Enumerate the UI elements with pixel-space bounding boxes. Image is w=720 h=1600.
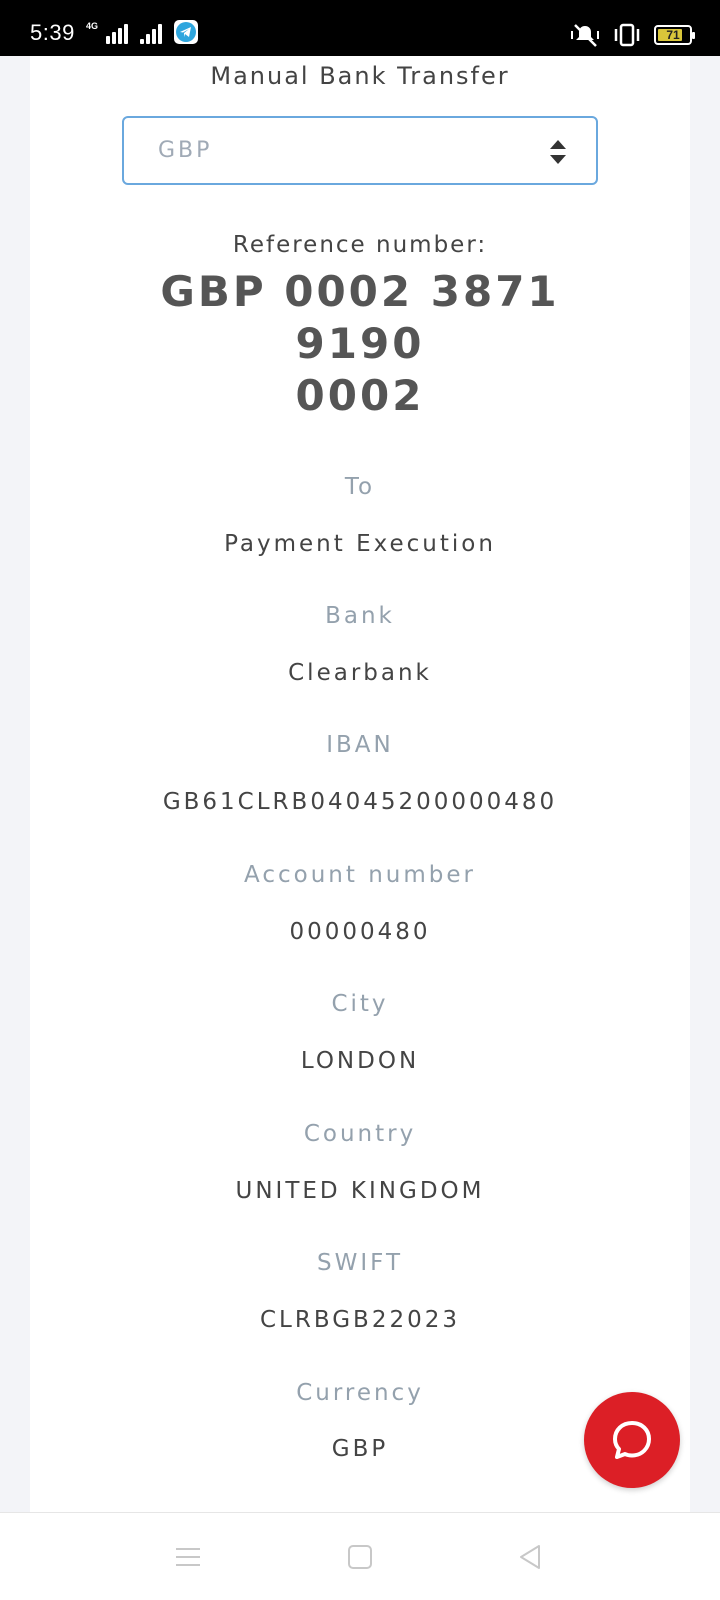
country-label: Country [303,1121,417,1147]
bank-value: Clearbank [288,660,432,686]
swift-label: SWIFT [317,1250,403,1276]
currency-select-value: GBP [158,138,213,163]
to-label: To [344,474,376,500]
nav-home-button[interactable] [342,1539,378,1575]
chat-button[interactable] [584,1392,680,1488]
status-bar: 5:39 4G 71 [0,0,720,56]
iban-label: IBAN [326,732,394,758]
mute-vibrate-icon [571,24,599,47]
bank-label: Bank [325,603,395,629]
select-arrows-icon [550,140,566,164]
battery-level: 71 [666,28,680,42]
vibrate-icon [614,23,640,47]
nav-menu-button[interactable] [170,1539,206,1575]
telegram-icon [174,20,199,44]
country-value: UNITED KINGDOM [235,1178,485,1204]
status-left-icons: 4G [86,20,199,44]
account-number-label: Account number [244,862,476,888]
iban-value: GB61CLRB04045200000480 [162,789,558,815]
battery-icon: 71 [654,25,695,45]
page-title: Manual Bank Transfer [210,62,510,90]
to-value: Payment Execution [224,531,496,557]
signal-icon-2 [140,22,163,44]
reference-label: Reference number: [232,232,488,258]
account-number-value: 00000480 [289,919,431,945]
network-type-label: 4G [86,21,99,31]
reference-number: GBP 0002 3871 9190 0002 [90,266,630,422]
menu-icon [176,1548,200,1566]
status-right-icons: 71 [570,22,695,48]
chat-bubble-icon [613,1421,651,1459]
back-triangle-icon [520,1545,540,1569]
signal-icon [106,22,129,44]
city-label: City [331,991,389,1017]
currency-label: Currency [296,1380,424,1406]
city-value: LONDON [300,1048,420,1074]
status-time: 5:39 [30,20,75,45]
system-nav-bar [0,1512,720,1600]
transfer-card: Manual Bank Transfer GBP Reference numbe… [30,56,690,1512]
reference-number-line1: GBP 0002 3871 9190 [160,267,560,368]
nav-back-button[interactable] [512,1539,548,1575]
swift-value: CLRBGB22023 [260,1307,460,1333]
reference-number-line2: 0002 [295,371,425,420]
home-square-icon [348,1545,372,1569]
currency-select[interactable]: GBP [122,116,598,185]
